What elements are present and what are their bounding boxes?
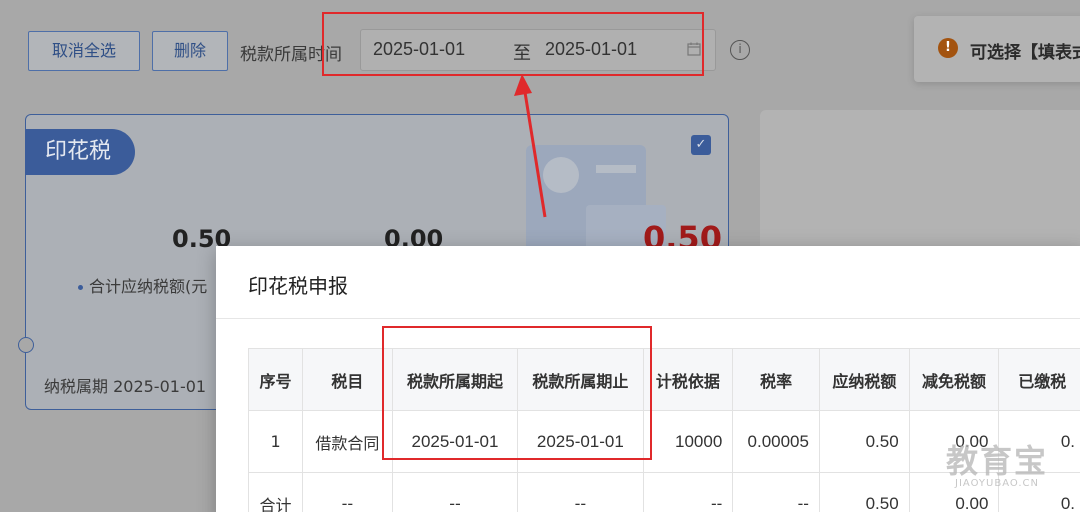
notice-text: 可选择【填表式	[970, 43, 1080, 63]
warning-icon: !	[938, 38, 958, 58]
col-header: 计税依据	[642, 348, 734, 411]
card-period: 纳税属期 2025-01-01	[44, 377, 207, 396]
table-cell: 0.00005	[732, 410, 820, 473]
dialog-title: 印花税申报	[248, 274, 348, 298]
col-header: 税目	[302, 348, 393, 411]
col-header: 应纳税额	[818, 348, 910, 411]
table-cell: --	[732, 472, 820, 512]
notice-toast: ! 可选择【填表式	[914, 16, 1080, 82]
delete-button[interactable]: 删除	[152, 31, 228, 71]
table-cell: 0.50	[818, 410, 910, 473]
watermark-en: JIAOYUBAO.CN	[955, 478, 1039, 489]
card-notch	[18, 337, 34, 353]
col-header: 税率	[732, 348, 820, 411]
cancel-select-all-button[interactable]: 取消全选	[28, 31, 140, 71]
table-cell: --	[517, 472, 644, 512]
card-label-text: 合计应纳税额(元	[89, 277, 208, 296]
table-cell: --	[302, 472, 393, 512]
bullet-icon	[78, 285, 83, 290]
table-cell: 借款合同	[302, 410, 393, 473]
table-cell: 1	[247, 410, 304, 473]
table-header-row: 序号 税目 税款所属期起 税款所属期止 计税依据 税率 应纳税额 减免税额 已缴…	[247, 348, 1080, 411]
card-label: 合计应纳税额(元	[78, 273, 207, 297]
table-cell: --	[391, 472, 519, 512]
watermark-logo: 教育宝 JIAOYUBAO.CN	[946, 436, 1048, 489]
col-header: 序号	[247, 348, 304, 411]
highlight-box-date-range	[322, 12, 704, 76]
table-cell: 合计	[247, 472, 304, 512]
watermark-cn: 教育宝	[946, 442, 1049, 480]
col-header: 已缴税	[998, 348, 1080, 411]
card-checkbox[interactable]: ✓	[691, 135, 711, 155]
dialog-divider	[216, 318, 1080, 319]
table-cell: --	[642, 472, 734, 512]
table-cell: 0.50	[818, 472, 910, 512]
info-icon[interactable]: i	[730, 40, 750, 60]
card-tag: 印花税	[25, 129, 135, 175]
red-arrow-icon	[514, 74, 547, 218]
col-header: 减免税额	[908, 348, 1000, 411]
table-cell: 10000	[642, 410, 734, 473]
highlight-box-period-columns	[382, 326, 652, 460]
